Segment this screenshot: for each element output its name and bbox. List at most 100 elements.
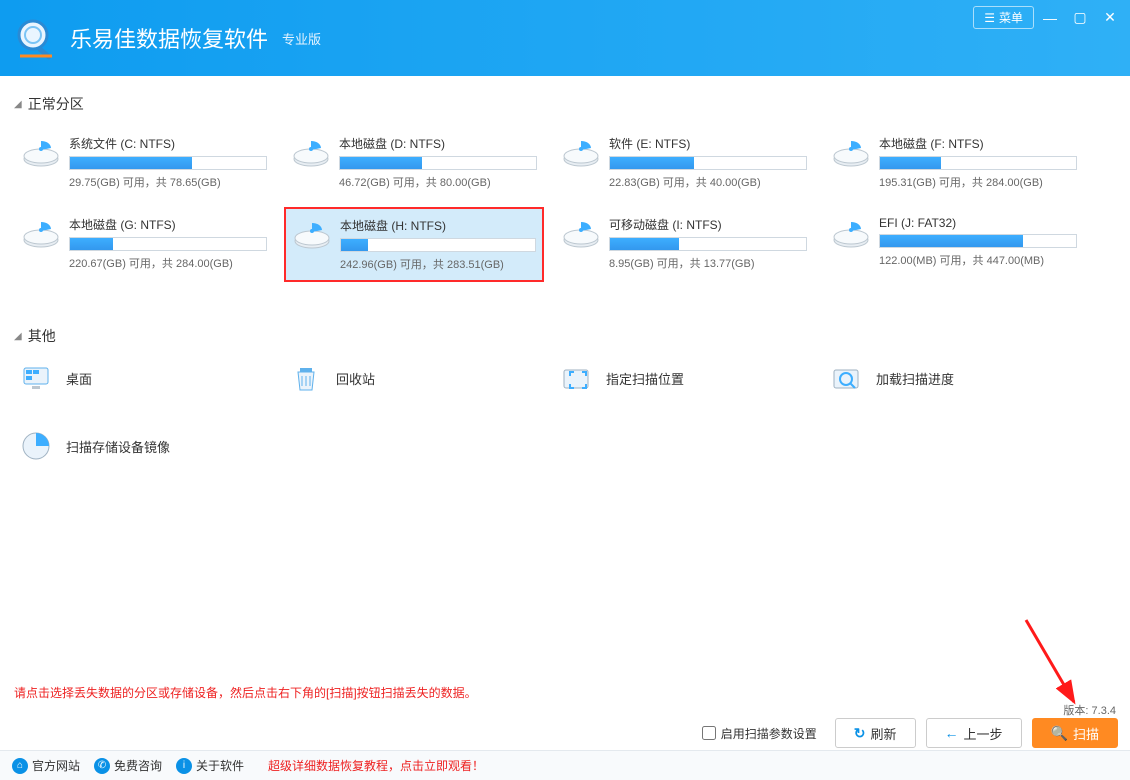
recycle-icon — [290, 362, 322, 394]
partition-item[interactable]: 本地磁盘 (F: NTFS)195.31(GB) 可用，共 284.00(GB) — [824, 126, 1084, 199]
checkbox-label: 启用扫描参数设置 — [721, 725, 817, 742]
link-label: 官方网站 — [32, 757, 80, 774]
other-item-image[interactable]: 扫描存储设备镜像 — [14, 426, 274, 466]
partition-info: 本地磁盘 (H: NTFS)242.96(GB) 可用，共 283.51(GB) — [340, 217, 536, 272]
consult-link[interactable]: ✆ 免费咨询 — [94, 757, 162, 774]
partition-name: 本地磁盘 (G: NTFS) — [69, 216, 267, 233]
partition-item[interactable]: 软件 (E: NTFS) 22.83(GB) 可用，共 40.00(GB) — [554, 126, 814, 199]
footer: ⌂ 官方网站 ✆ 免费咨询 i 关于软件 超级详细数据恢复教程，点击立即观看！ — [0, 750, 1130, 780]
app-logo-icon — [12, 14, 60, 62]
section-title: 正常分区 — [28, 94, 84, 114]
collapse-icon: ◢ — [14, 99, 22, 110]
partition-info: EFI (J: FAT32)122.00(MB) 可用，共 447.00(MB) — [879, 216, 1077, 268]
scan-icon: 🔍 — [1051, 725, 1068, 742]
other-item-desktop[interactable]: 桌面 — [14, 358, 274, 398]
usage-text: 8.95(GB) 可用，共 13.77(GB) — [609, 255, 807, 271]
usage-bar — [69, 156, 267, 170]
info-icon: i — [176, 758, 192, 774]
link-label: 免费咨询 — [114, 757, 162, 774]
params-checkbox-input[interactable] — [702, 726, 716, 740]
partition-item[interactable]: EFI (J: FAT32)122.00(MB) 可用，共 447.00(MB) — [824, 207, 1084, 282]
partitions-section-header[interactable]: ◢ 正常分区 — [14, 94, 1116, 114]
usage-text: 122.00(MB) 可用，共 447.00(MB) — [879, 252, 1077, 268]
disk-icon — [21, 135, 61, 169]
main-content: ◢ 正常分区 系统文件 (C: NTFS) 29.75(GB) 可用，共 78.6… — [0, 76, 1130, 672]
other-label: 桌面 — [66, 369, 92, 388]
maximize-button[interactable]: ▢ — [1066, 7, 1094, 29]
minimize-button[interactable]: — — [1036, 7, 1064, 29]
refresh-icon: ↻ — [854, 725, 866, 742]
back-icon: ← — [945, 725, 959, 741]
disk-icon — [292, 217, 332, 251]
partition-info: 本地磁盘 (F: NTFS)195.31(GB) 可用，共 284.00(GB) — [879, 135, 1077, 190]
home-icon: ⌂ — [12, 758, 28, 774]
other-item-load[interactable]: 加载扫描进度 — [824, 358, 1084, 398]
menu-label: 菜单 — [999, 9, 1023, 26]
partition-name: 本地磁盘 (F: NTFS) — [879, 135, 1077, 152]
other-label: 回收站 — [336, 369, 375, 388]
menu-icon: ☰ — [984, 11, 995, 25]
app-title: 乐易佳数据恢复软件 — [70, 22, 268, 54]
version-label: 版本: 7.3.4 — [1063, 702, 1116, 718]
partition-name: 可移动磁盘 (I: NTFS) — [609, 216, 807, 233]
usage-text: 22.83(GB) 可用，共 40.00(GB) — [609, 174, 807, 190]
close-button[interactable]: ✕ — [1096, 7, 1124, 29]
partition-info: 本地磁盘 (G: NTFS) 220.67(GB) 可用，共 284.00(GB) — [69, 216, 267, 271]
scan-label: 扫描 — [1073, 724, 1099, 743]
usage-text: 46.72(GB) 可用，共 80.00(GB) — [339, 174, 537, 190]
other-label: 加载扫描进度 — [876, 369, 954, 388]
usage-text: 242.96(GB) 可用，共 283.51(GB) — [340, 256, 536, 272]
usage-bar — [609, 237, 807, 251]
other-label: 扫描存储设备镜像 — [66, 437, 170, 456]
disk-icon — [561, 216, 601, 250]
app-subtitle: 专业版 — [282, 29, 321, 48]
tutorial-link[interactable]: 超级详细数据恢复教程，点击立即观看！ — [268, 757, 484, 774]
enable-params-checkbox[interactable]: 启用扫描参数设置 — [702, 725, 817, 742]
partition-item[interactable]: 本地磁盘 (G: NTFS) 220.67(GB) 可用，共 284.00(GB) — [14, 207, 274, 282]
other-item-target[interactable]: 指定扫描位置 — [554, 358, 814, 398]
partition-item[interactable]: 可移动磁盘 (I: NTFS) 8.95(GB) 可用，共 13.77(GB) — [554, 207, 814, 282]
load-icon — [830, 362, 862, 394]
hint-text: 请点击选择丢失数据的分区或存储设备，然后点击右下角的[扫描]按钮扫描丢失的数据。 — [14, 684, 477, 701]
partition-info: 可移动磁盘 (I: NTFS) 8.95(GB) 可用，共 13.77(GB) — [609, 216, 807, 271]
usage-text: 29.75(GB) 可用，共 78.65(GB) — [69, 174, 267, 190]
usage-bar — [879, 156, 1077, 170]
partition-name: 系统文件 (C: NTFS) — [69, 135, 267, 152]
other-item-recycle[interactable]: 回收站 — [284, 358, 544, 398]
usage-bar — [340, 238, 536, 252]
partition-info: 本地磁盘 (D: NTFS) 46.72(GB) 可用，共 80.00(GB) — [339, 135, 537, 190]
partition-item[interactable]: 系统文件 (C: NTFS) 29.75(GB) 可用，共 78.65(GB) — [14, 126, 274, 199]
other-label: 指定扫描位置 — [606, 369, 684, 388]
usage-bar — [339, 156, 537, 170]
about-link[interactable]: i 关于软件 — [176, 757, 244, 774]
bottom-bar: 启用扫描参数设置 ↻ 刷新 ← 上一步 🔍 扫描 — [702, 718, 1118, 748]
partition-info: 系统文件 (C: NTFS) 29.75(GB) 可用，共 78.65(GB) — [69, 135, 267, 190]
target-icon — [560, 362, 592, 394]
website-link[interactable]: ⌂ 官方网站 — [12, 757, 80, 774]
back-label: 上一步 — [964, 724, 1003, 743]
refresh-button[interactable]: ↻ 刷新 — [835, 718, 916, 748]
others-section-header[interactable]: ◢ 其他 — [14, 326, 1116, 346]
partition-name: 本地磁盘 (D: NTFS) — [339, 135, 537, 152]
disk-icon — [831, 216, 871, 250]
link-label: 关于软件 — [196, 757, 244, 774]
disk-icon — [21, 216, 61, 250]
usage-bar — [879, 234, 1077, 248]
partition-item[interactable]: 本地磁盘 (H: NTFS)242.96(GB) 可用，共 283.51(GB) — [284, 207, 544, 282]
partition-item[interactable]: 本地磁盘 (D: NTFS) 46.72(GB) 可用，共 80.00(GB) — [284, 126, 544, 199]
partitions-grid: 系统文件 (C: NTFS) 29.75(GB) 可用，共 78.65(GB) 本地… — [14, 126, 1116, 290]
scan-button[interactable]: 🔍 扫描 — [1032, 718, 1118, 748]
menu-button[interactable]: ☰ 菜单 — [973, 6, 1034, 29]
back-button[interactable]: ← 上一步 — [926, 718, 1022, 748]
refresh-label: 刷新 — [871, 724, 897, 743]
section-title: 其他 — [28, 326, 56, 346]
desktop-icon — [20, 362, 52, 394]
usage-text: 220.67(GB) 可用，共 284.00(GB) — [69, 255, 267, 271]
app-header: 乐易佳数据恢复软件 专业版 ☰ 菜单 — ▢ ✕ — [0, 0, 1130, 76]
collapse-icon: ◢ — [14, 331, 22, 342]
partition-info: 软件 (E: NTFS) 22.83(GB) 可用，共 40.00(GB) — [609, 135, 807, 190]
disk-icon — [831, 135, 871, 169]
disk-icon — [561, 135, 601, 169]
partition-name: 软件 (E: NTFS) — [609, 135, 807, 152]
chat-icon: ✆ — [94, 758, 110, 774]
